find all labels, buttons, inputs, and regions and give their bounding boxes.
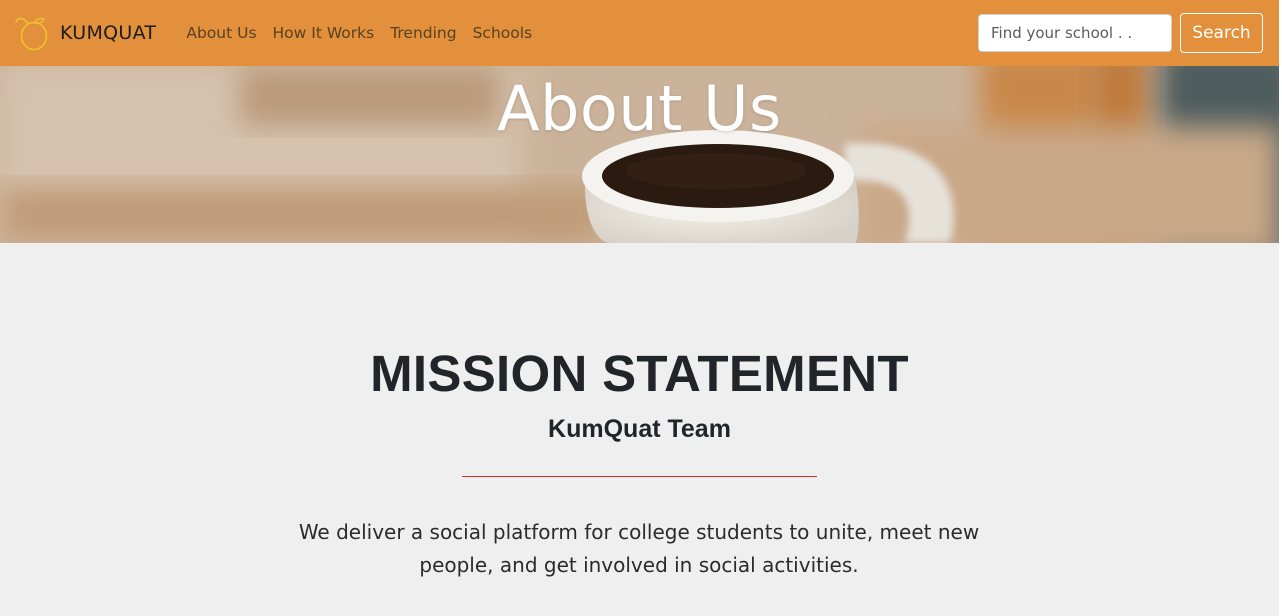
nav-links: About Us How It Works Trending Schools: [178, 0, 540, 66]
nav-link-schools[interactable]: Schools: [465, 0, 541, 66]
nav-link-about-us[interactable]: About Us: [178, 0, 264, 66]
nav-link-trending[interactable]: Trending: [382, 0, 464, 66]
mission-subheading: KumQuat Team: [548, 415, 731, 443]
section-divider: [462, 476, 817, 477]
kumquat-fruit-icon: [15, 17, 48, 51]
brand-link[interactable]: KUMQUAT: [14, 13, 156, 53]
top-navbar: KUMQUAT About Us How It Works Trending S…: [0, 0, 1282, 66]
mission-heading: MISSION STATEMENT: [370, 345, 909, 402]
brand-name: KUMQUAT: [60, 22, 157, 44]
mission-text: We deliver a social platform for college…: [298, 520, 980, 577]
hero-banner: About Us: [0, 66, 1279, 243]
school-search-input[interactable]: [978, 14, 1172, 52]
search-button[interactable]: Search: [1180, 13, 1263, 53]
page-title: About Us: [497, 72, 782, 145]
nav-link-how-it-works[interactable]: How It Works: [265, 0, 383, 66]
